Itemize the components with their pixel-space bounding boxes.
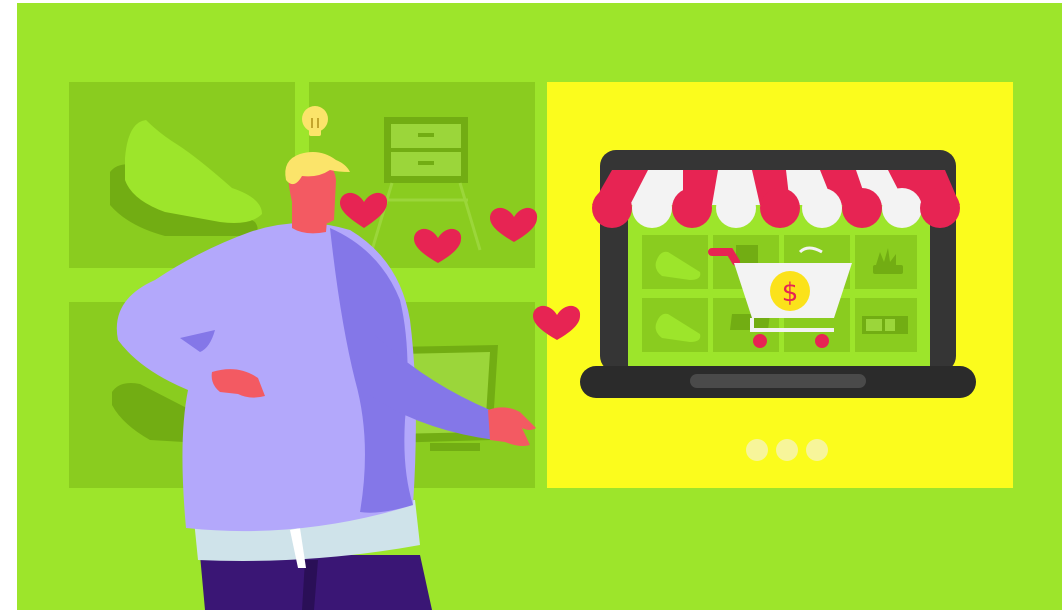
awning	[592, 170, 960, 228]
cart-wheel-right	[815, 334, 829, 348]
carousel-dot	[776, 439, 798, 461]
ecommerce-illustration: $	[0, 0, 1062, 610]
trackpad	[690, 374, 866, 388]
carousel-dot	[746, 439, 768, 461]
screen-tv-icon	[862, 316, 908, 334]
carousel-dot	[806, 439, 828, 461]
cart-wheel-left	[753, 334, 767, 348]
carousel-dots	[746, 439, 828, 461]
cart-dollar-sign: $	[782, 278, 799, 308]
